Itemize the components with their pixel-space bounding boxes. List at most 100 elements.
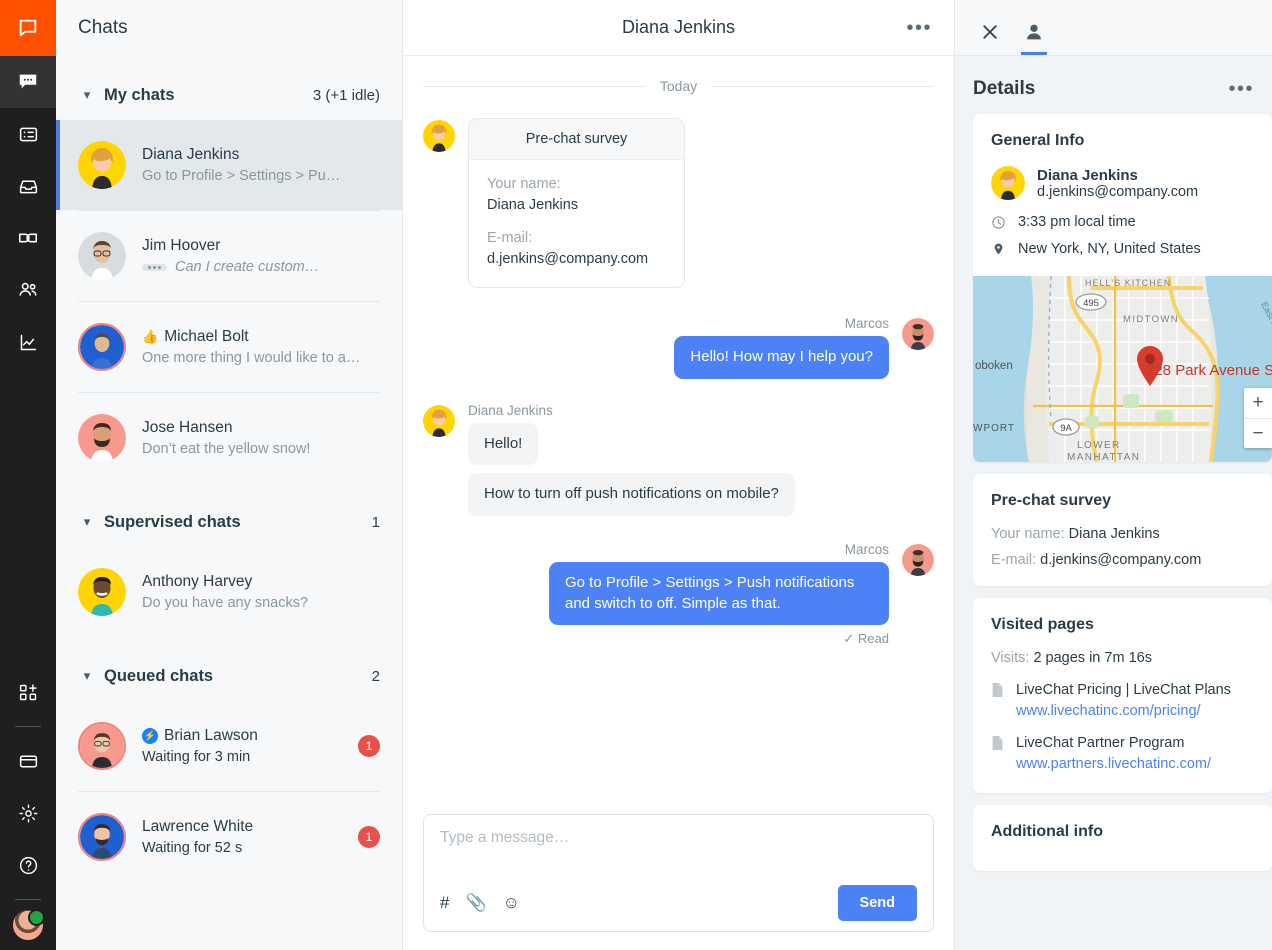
- chat-item-name: Diana Jenkins: [142, 146, 380, 164]
- chat-item-name: 👍 Michael Bolt: [142, 328, 380, 346]
- rail-divider: [15, 726, 41, 727]
- message-outgoing: Marcos Go to Profile > Settings > Push n…: [423, 542, 934, 647]
- close-icon[interactable]: [973, 9, 1007, 55]
- sidebar-item-team[interactable]: [0, 264, 56, 316]
- visited-page-title: LiveChat Pricing | LiveChat Plans: [1016, 680, 1231, 701]
- group-count: 3 (+1 idle): [313, 87, 380, 104]
- visited-pages-heading: Visited pages: [991, 616, 1254, 634]
- message-column: Diana Jenkins Hello! How to turn off pus…: [468, 403, 795, 516]
- spacer: [423, 298, 934, 316]
- location-row: New York, NY, United States: [991, 241, 1254, 257]
- chat-list-item-brian-lawson[interactable]: ⚡ Brian Lawson Waiting for 3 min 1: [56, 701, 402, 791]
- avatar: [902, 544, 934, 576]
- chat-item-preview: Waiting for 3 min: [142, 749, 358, 765]
- visited-page-item[interactable]: LiveChat Partner Program www.partners.li…: [991, 733, 1254, 775]
- message-bubble: Go to Profile > Settings > Push notifica…: [549, 562, 889, 625]
- chat-item-name: Jim Hoover: [142, 237, 380, 255]
- chat-item-text: Lawrence White Waiting for 52 s: [142, 818, 358, 856]
- livechat-app: Chats ▾ My chats 3 (+1 idle) Diana Jenki…: [0, 0, 1272, 950]
- chat-list-item-lawrence-white[interactable]: Lawrence White Waiting for 52 s 1: [56, 792, 402, 882]
- sidebar-item-archives[interactable]: [0, 108, 56, 160]
- visited-page-url[interactable]: www.livechatinc.com/pricing/: [1016, 701, 1231, 722]
- message-bubble: Hello! How may I help you?: [674, 336, 889, 379]
- location-pin-icon: [991, 241, 1006, 257]
- sidebar-item-apps[interactable]: [0, 666, 56, 718]
- avatar: [78, 813, 126, 861]
- emoji-icon[interactable]: ☺: [503, 893, 520, 913]
- group-header-my-chats[interactable]: ▾ My chats 3 (+1 idle): [56, 70, 402, 120]
- sidebar-item-chats[interactable]: [0, 56, 56, 108]
- composer-box[interactable]: Type a message… # 📎 ☺ Send: [423, 814, 934, 932]
- visited-page-text: LiveChat Partner Program www.partners.li…: [1016, 733, 1211, 775]
- attachment-icon[interactable]: 📎: [465, 893, 486, 913]
- general-info-card: General Info Diana Jenkins d.jenkins@com…: [973, 114, 1272, 462]
- send-button[interactable]: Send: [838, 885, 917, 921]
- rail-divider-bottom: [15, 899, 41, 900]
- message-bubble: How to turn off push notifications on mo…: [468, 473, 795, 516]
- read-receipt: ✓ Read: [843, 631, 889, 647]
- visited-page-item[interactable]: LiveChat Pricing | LiveChat Plans www.li…: [991, 680, 1254, 722]
- message-sender: Marcos: [845, 542, 889, 557]
- group-header-queued-chats[interactable]: ▾ Queued chats 2: [56, 651, 402, 701]
- canned-response-icon[interactable]: #: [440, 893, 449, 913]
- composer-icons: # 📎 ☺: [440, 893, 520, 913]
- chat-list-item-jose-hansen[interactable]: Jose Hansen Don’t eat the yellow snow!: [56, 393, 402, 483]
- sidebar-item-settings[interactable]: [0, 787, 56, 839]
- chevron-down-icon: ▾: [78, 668, 96, 684]
- page-title: Chats: [78, 17, 128, 39]
- chat-list-item-diana-jenkins[interactable]: Diana Jenkins Go to Profile > Settings >…: [56, 120, 402, 210]
- map-zoom-out-button[interactable]: −: [1244, 418, 1272, 448]
- svg-text:WPORT: WPORT: [973, 423, 1015, 434]
- name-text: Diana Jenkins: [142, 146, 239, 164]
- group-header-supervised-chats[interactable]: ▾ Supervised chats 1: [56, 497, 402, 547]
- survey-name-value: Diana Jenkins: [487, 197, 666, 213]
- visited-page-text: LiveChat Pricing | LiveChat Plans www.li…: [1016, 680, 1231, 722]
- sidebar-item-reports[interactable]: [0, 316, 56, 368]
- sidebar-item-inbox[interactable]: [0, 160, 56, 212]
- map-zoom-controls: + −: [1244, 388, 1272, 448]
- chat-item-text: Jim Hoover Can I create custom…: [142, 237, 380, 275]
- sidebar-item-billing[interactable]: [0, 735, 56, 787]
- visits-row: Visits: 2 pages in 7m 16s: [991, 650, 1254, 666]
- sidebar-item-tickets[interactable]: [0, 212, 56, 264]
- chat-item-name: Lawrence White: [142, 818, 358, 836]
- separator-line-left: [423, 86, 646, 87]
- customer-email: d.jenkins@company.com: [1037, 184, 1198, 200]
- chat-item-preview: Can I create custom…: [142, 259, 380, 275]
- sidebar-item-help[interactable]: [0, 839, 56, 891]
- name-text: Brian Lawson: [164, 727, 258, 745]
- day-separator-label: Today: [660, 78, 697, 94]
- chat-list-item-anthony-harvey[interactable]: Anthony Harvey Do you have any snacks?: [56, 547, 402, 637]
- more-options-icon[interactable]: •••: [1228, 79, 1254, 99]
- conversation-title: Diana Jenkins: [622, 17, 735, 38]
- location-value: New York, NY, United States: [1018, 241, 1201, 257]
- details-panel: Details ••• General Info: [955, 0, 1272, 950]
- customer-person-icon[interactable]: [1017, 9, 1051, 55]
- chat-list-item-jim-hoover[interactable]: Jim Hoover Can I create custom…: [56, 211, 402, 301]
- survey-name-row: Your name: Diana Jenkins: [991, 526, 1254, 542]
- chat-list-item-michael-bolt[interactable]: 👍 Michael Bolt One more thing I would li…: [56, 302, 402, 392]
- current-agent-avatar[interactable]: [11, 908, 45, 942]
- map-zoom-in-button[interactable]: +: [1244, 388, 1272, 418]
- additional-info-body: Additional info: [973, 805, 1272, 871]
- local-time-value: 3:33 pm local time: [1018, 214, 1136, 230]
- avatar: [78, 722, 126, 770]
- visited-pages-body: Visited pages Visits: 2 pages in 7m 16s …: [973, 598, 1272, 793]
- svg-text:MIDTOWN: MIDTOWN: [1123, 314, 1179, 325]
- survey-email-value: d.jenkins@company.com: [487, 251, 666, 267]
- message-prechat-survey: Pre-chat survey Your name: Diana Jenkins…: [423, 118, 934, 288]
- more-options-icon[interactable]: •••: [906, 18, 932, 38]
- chat-item-text: 👍 Michael Bolt One more thing I would li…: [142, 328, 380, 366]
- message-input[interactable]: Type a message…: [440, 829, 917, 885]
- group-label: My chats: [104, 86, 313, 105]
- livechat-logo-icon[interactable]: [0, 0, 56, 56]
- chat-item-text: Diana Jenkins Go to Profile > Settings >…: [142, 146, 380, 184]
- visited-page-url[interactable]: www.partners.livechatinc.com/: [1016, 754, 1211, 775]
- avatar: [78, 141, 126, 189]
- composer-toolbar: # 📎 ☺ Send: [440, 885, 917, 931]
- chat-item-name: Anthony Harvey: [142, 573, 380, 591]
- chat-item-preview: Don’t eat the yellow snow!: [142, 441, 380, 457]
- chat-list-panel: Chats ▾ My chats 3 (+1 idle) Diana Jenki…: [56, 0, 403, 950]
- details-title-row: Details •••: [955, 56, 1272, 114]
- location-map[interactable]: HELL'S KITCHEN MIDTOWN oboken WPORT LOWE…: [973, 276, 1272, 462]
